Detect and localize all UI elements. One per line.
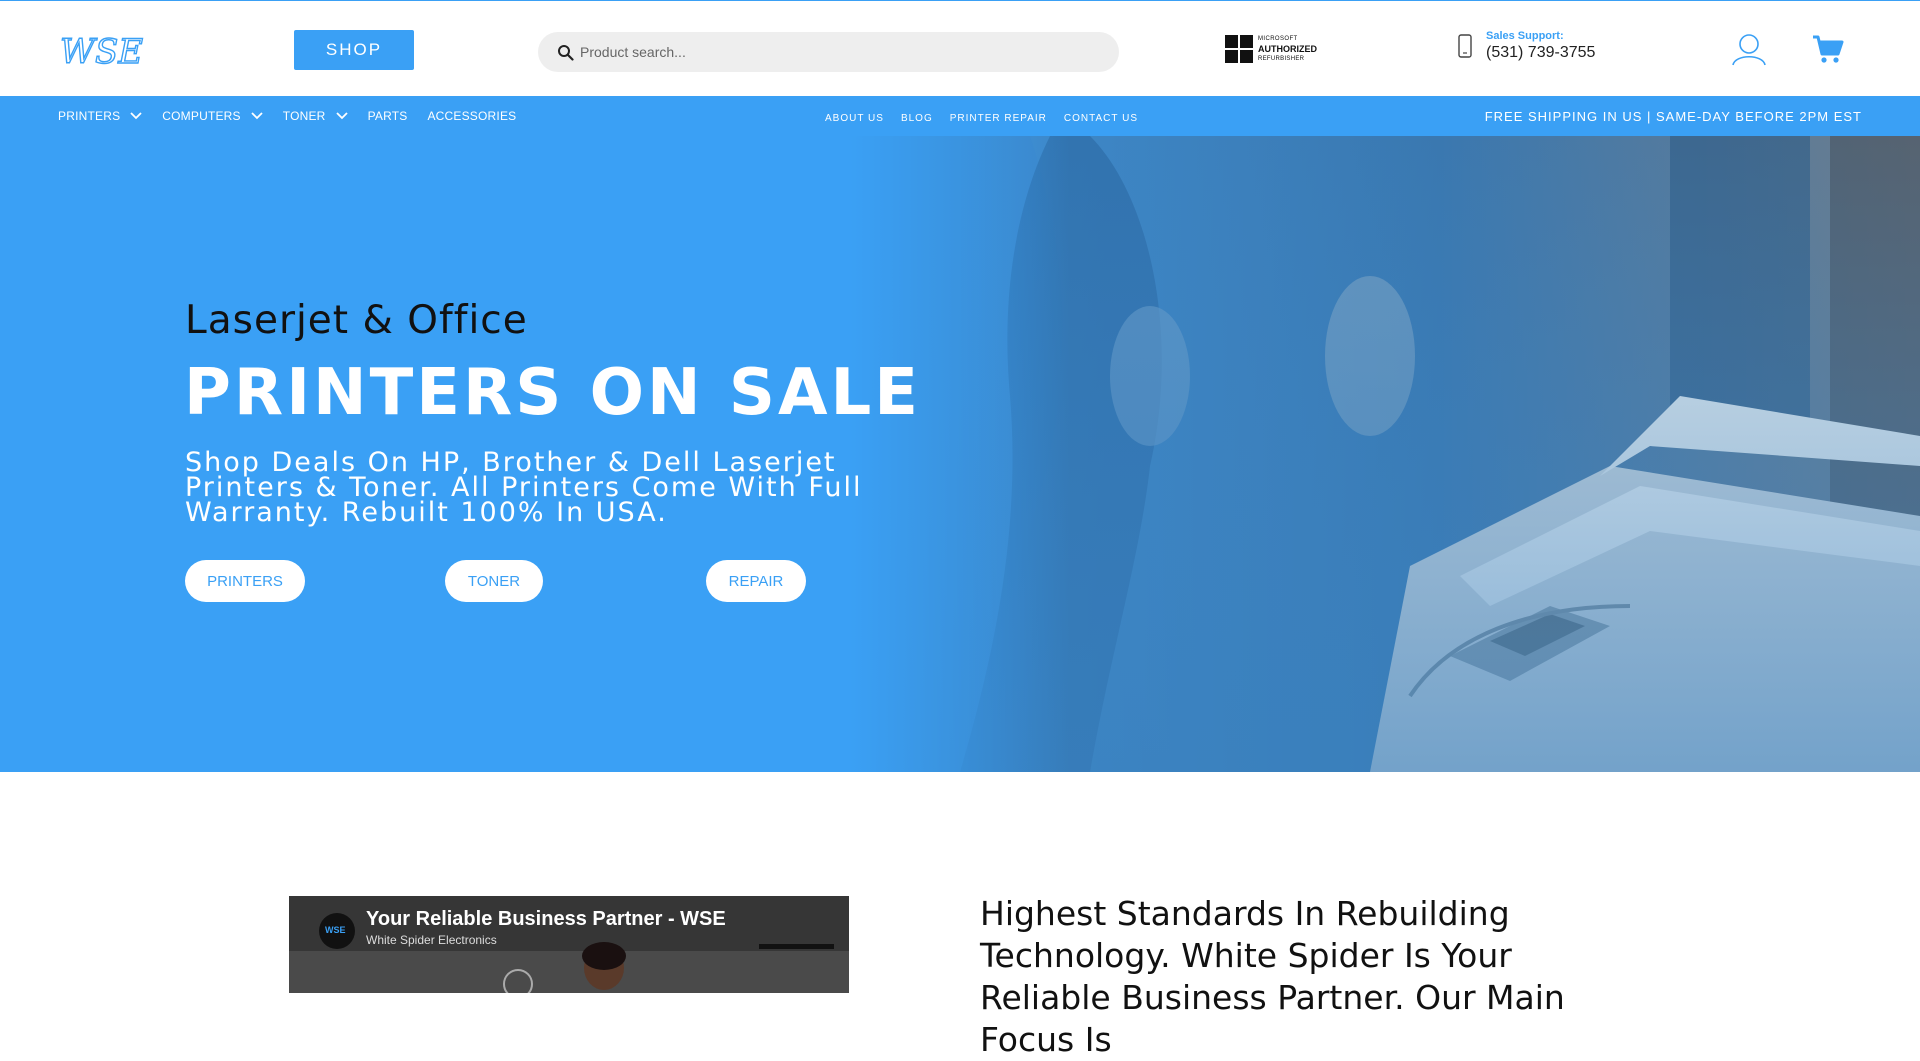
nav-link-about-us[interactable]: ABOUT US	[825, 113, 884, 124]
category-menu: PRINTERS COMPUTERS TONER PARTS ACCESSORI…	[58, 96, 536, 136]
site-header: WSE SHOP MICROSOFT AUTHORIZED REFURBISHE…	[0, 1, 1920, 96]
shop-button[interactable]: SHOP	[294, 30, 414, 70]
nav-link-printer-repair[interactable]: PRINTER REPAIR	[950, 113, 1047, 124]
badge-line-1: MICROSOFT	[1258, 36, 1298, 42]
windows-logo-icon	[1225, 35, 1253, 63]
search-bar[interactable]	[538, 32, 1119, 72]
video-title[interactable]: Your Reliable Business Partner - WSE	[366, 908, 726, 931]
channel-logo-text: WSE	[325, 925, 346, 935]
microsoft-authorized-badge: MICROSOFT AUTHORIZED REFURBISHER	[1225, 34, 1317, 64]
nav-item-toner[interactable]: TONER	[283, 109, 348, 123]
user-account-icon[interactable]	[1731, 32, 1767, 66]
chevron-down-icon	[335, 112, 348, 120]
phone-icon	[1458, 34, 1472, 58]
chevron-down-icon	[130, 112, 142, 120]
hero-title: PRINTERS ON SALE	[184, 356, 921, 430]
info-links: ABOUT US BLOG PRINTER REPAIR CONTACT US	[825, 96, 1155, 136]
search-input[interactable]	[580, 44, 1080, 60]
nav-item-accessories[interactable]: ACCESSORIES	[427, 109, 516, 123]
hero-subtitle: Laserjet & Office	[185, 298, 528, 343]
sales-support[interactable]: Sales Support: (531) 739-3755	[1458, 30, 1595, 62]
about-heading: Highest Standards In Rebuilding Technolo…	[980, 894, 1565, 1059]
main-navigation: PRINTERS COMPUTERS TONER PARTS ACCESSORI…	[0, 96, 1920, 136]
support-label: Sales Support:	[1486, 30, 1564, 42]
shipping-notice: FREE SHIPPING IN US | SAME-DAY BEFORE 2P…	[1484, 108, 1862, 124]
nav-item-computers[interactable]: COMPUTERS	[162, 109, 263, 123]
logo[interactable]: WSE	[58, 33, 144, 71]
repair-button[interactable]: REPAIR	[706, 560, 806, 602]
search-icon	[558, 44, 574, 61]
printers-button[interactable]: PRINTERS	[185, 560, 305, 602]
nav-item-parts[interactable]: PARTS	[368, 109, 408, 123]
nav-item-printers[interactable]: PRINTERS	[58, 109, 142, 123]
badge-line-3: REFURBISHER	[1258, 56, 1305, 62]
hero-banner: Laserjet & Office PRINTERS ON SALE Shop …	[0, 136, 1920, 772]
nav-link-blog[interactable]: BLOG	[901, 113, 933, 124]
video-player[interactable]: WSE Your Reliable Business Partner - WSE…	[289, 896, 849, 993]
badge-line-2: AUTHORIZED	[1258, 44, 1317, 54]
svg-text:WSE: WSE	[60, 33, 143, 71]
channel-avatar[interactable]: WSE	[319, 913, 355, 949]
chevron-down-icon	[251, 112, 263, 120]
toner-button[interactable]: TONER	[445, 560, 543, 602]
nav-link-contact-us[interactable]: CONTACT US	[1064, 113, 1138, 124]
video-channel-name[interactable]: White Spider Electronics	[366, 933, 497, 947]
shopping-cart-icon[interactable]	[1812, 34, 1844, 64]
hero-description: Shop Deals On HP, Brother & Dell Laserje…	[185, 447, 863, 528]
support-phone[interactable]: (531) 739-3755	[1486, 44, 1595, 62]
